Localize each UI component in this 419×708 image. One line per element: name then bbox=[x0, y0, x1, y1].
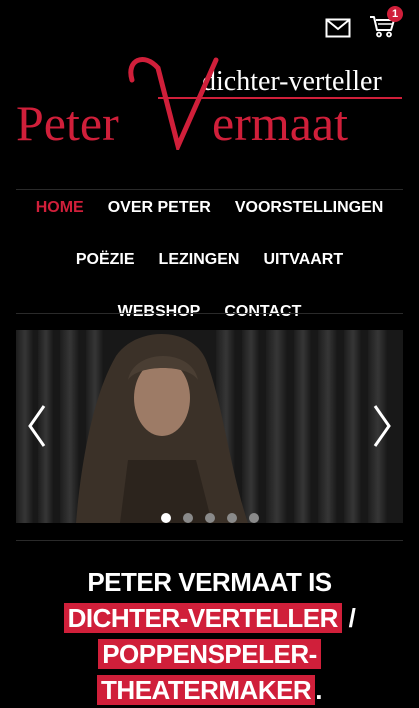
slider-dot-5[interactable] bbox=[248, 513, 259, 523]
logo-name-last: ermaat bbox=[212, 95, 348, 150]
headline-end: . bbox=[315, 675, 322, 705]
divider-nav bbox=[16, 313, 403, 314]
cart-count-badge: 1 bbox=[387, 6, 403, 22]
slider-dot-1[interactable] bbox=[160, 513, 171, 523]
slider-dots bbox=[16, 513, 403, 523]
headline-highlight-2b: THEATERMAKER bbox=[97, 675, 316, 705]
header-icons: 1 bbox=[325, 6, 403, 38]
divider-slider bbox=[16, 540, 403, 541]
slider-prev-button[interactable] bbox=[22, 402, 52, 450]
chevron-left-icon bbox=[28, 405, 46, 447]
slide-image bbox=[16, 330, 403, 523]
nav-uitvaart[interactable]: UITVAART bbox=[251, 251, 355, 269]
slider-next-button[interactable] bbox=[367, 402, 397, 450]
main-nav: HOME OVER PETER VOORSTELLINGEN POËZIE LE… bbox=[0, 199, 419, 321]
site-logo[interactable]: dichter-verteller Peter ermaat bbox=[16, 50, 406, 150]
nav-poezie[interactable]: POËZIE bbox=[64, 251, 147, 269]
nav-over-peter[interactable]: OVER PETER bbox=[96, 199, 223, 217]
divider-top bbox=[16, 189, 403, 190]
nav-contact[interactable]: CONTACT bbox=[212, 303, 313, 321]
headline-line1: PETER VERMAAT IS bbox=[87, 567, 332, 597]
mail-icon[interactable] bbox=[325, 14, 353, 38]
nav-home[interactable]: HOME bbox=[24, 199, 96, 217]
cart-icon[interactable]: 1 bbox=[369, 6, 403, 38]
headline-separator: / bbox=[341, 603, 356, 633]
slider-dot-2[interactable] bbox=[182, 513, 193, 523]
logo-name-first: Peter bbox=[16, 95, 119, 150]
headline-highlight-1: DICHTER-VERTELLER bbox=[63, 603, 342, 633]
hero-headline: PETER VERMAAT IS DICHTER-VERTELLER / POP… bbox=[0, 564, 419, 708]
slider-dot-4[interactable] bbox=[226, 513, 237, 523]
headline-highlight-2a: POPPENSPELER- bbox=[98, 639, 321, 669]
chevron-right-icon bbox=[373, 405, 391, 447]
image-slider[interactable] bbox=[16, 330, 403, 523]
nav-voorstellingen[interactable]: VOORSTELLINGEN bbox=[223, 199, 395, 217]
nav-lezingen[interactable]: LEZINGEN bbox=[147, 251, 252, 269]
nav-webshop[interactable]: WEBSHOP bbox=[106, 303, 213, 321]
slider-dot-3[interactable] bbox=[204, 513, 215, 523]
logo-tagline: dichter-verteller bbox=[202, 66, 382, 97]
